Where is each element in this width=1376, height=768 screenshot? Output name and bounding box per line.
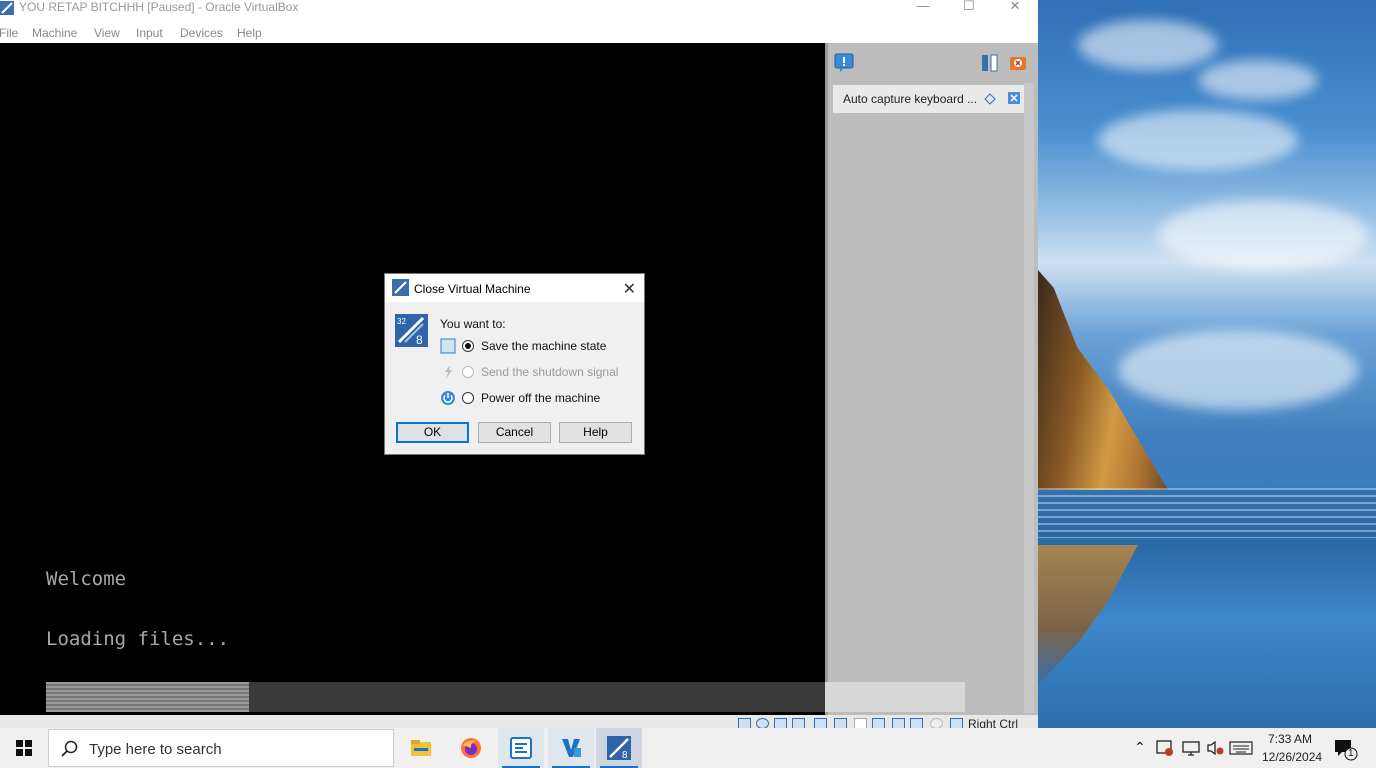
option-shutdown-signal: Send the shutdown signal [440, 364, 640, 382]
desktop-wallpaper [1038, 0, 1376, 728]
power-off-label: Power off the machine [481, 391, 601, 405]
do-not-show-icon[interactable] [983, 92, 997, 106]
save-state-label: Save the machine state [481, 339, 607, 353]
windows-start-icon[interactable] [0, 728, 48, 768]
virtualbox-manager-taskbar-button[interactable] [498, 728, 544, 768]
minimize-button[interactable]: — [900, 0, 946, 14]
option-save-state[interactable]: Save the machine state [440, 338, 640, 356]
menu-machine[interactable]: Machine [32, 26, 77, 40]
volume-muted-icon[interactable] [1206, 739, 1224, 757]
shutdown-signal-label: Send the shutdown signal [481, 365, 619, 379]
search-icon [61, 740, 78, 757]
ok-button[interactable]: OK [396, 422, 469, 443]
save-state-icon [440, 338, 456, 354]
firefox-taskbar-button[interactable] [448, 728, 494, 768]
firefox-icon [461, 738, 481, 758]
progress-overflow [825, 682, 965, 712]
svg-text:8: 8 [622, 750, 628, 760]
menu-input[interactable]: Input [136, 26, 163, 40]
notification-center-icon[interactable] [1334, 739, 1358, 761]
file-explorer-taskbar-button[interactable] [398, 728, 444, 768]
power-icon [441, 391, 455, 405]
title-bar: YOU RETAP BITCHHH [Paused] - Oracle Virt… [0, 0, 1038, 22]
shutdown-signal-radio [462, 366, 474, 378]
clock-date[interactable]: 12/26/2024 [1262, 750, 1322, 764]
folder-icon [411, 740, 431, 756]
window-title: YOU RETAP BITCHHH [Paused] - Oracle Virt… [19, 0, 299, 14]
notification-count-badge: 1 [1348, 748, 1354, 759]
show-hidden-icons-chevron-icon[interactable]: ⌃ [1134, 739, 1146, 768]
info-icon[interactable] [834, 53, 854, 73]
virtualbox-taskbar-button[interactable] [548, 728, 594, 768]
virtualbox-app-icon [0, 1, 14, 15]
svg-text:32: 32 [397, 317, 406, 326]
option-power-off[interactable]: Power off the machine [440, 390, 640, 408]
menu-devices[interactable]: Devices [180, 26, 223, 40]
close-window-button[interactable]: ✕ [992, 0, 1038, 14]
dialog-title-bar: Close Virtual Machine ✕ [385, 274, 644, 302]
status-bar: Right Ctrl [0, 715, 1038, 730]
dialog-title: Close Virtual Machine [414, 282, 531, 296]
vm-os-icon: 8 32 [395, 314, 428, 347]
save-state-radio[interactable] [462, 340, 474, 352]
svg-text:8: 8 [416, 333, 423, 347]
close-notification-icon[interactable] [1008, 92, 1020, 104]
remote-desktop-icon [510, 737, 532, 759]
clock-time[interactable]: 7:33 AM [1268, 732, 1312, 746]
vm-window-taskbar-button[interactable]: 8 [596, 728, 642, 768]
notification-item: Auto capture keyboard ... [833, 85, 1030, 113]
welcome-text: Welcome [46, 568, 127, 590]
panel-layout-icon[interactable] [980, 53, 1000, 73]
vm-window-icon: 8 [607, 736, 631, 760]
loading-text: Loading files... [46, 628, 230, 650]
cancel-button[interactable]: Cancel [478, 422, 551, 443]
virtualbox-icon [562, 739, 581, 757]
menu-view[interactable]: View [94, 26, 120, 40]
dialog-prompt: You want to: [440, 317, 506, 331]
dismiss-all-icon[interactable] [1008, 53, 1028, 73]
dialog-close-button[interactable]: ✕ [623, 279, 636, 299]
menu-bar: File Machine View Input Devices Help [0, 24, 1038, 42]
power-off-radio[interactable] [462, 392, 474, 404]
search-placeholder: Type here to search [89, 741, 222, 758]
taskbar: Type here to search 8 ⌃ 7:33 AM 12/26/20… [0, 728, 1376, 768]
keyboard-tray-icon[interactable] [1229, 740, 1253, 756]
close-vm-dialog: Close Virtual Machine ✕ 8 32 You want to… [384, 273, 645, 455]
menu-file[interactable]: File [0, 26, 18, 40]
help-button[interactable]: Help [559, 422, 632, 443]
taskbar-search-box[interactable]: Type here to search [48, 729, 394, 767]
menu-help[interactable]: Help [237, 26, 262, 40]
notification-text: Auto capture keyboard ... [843, 92, 978, 106]
maximize-button[interactable]: ☐ [946, 0, 992, 14]
shutdown-signal-icon [445, 365, 452, 379]
security-tray-icon[interactable] [1156, 739, 1174, 757]
loading-progress-fill [46, 682, 249, 712]
network-tray-icon[interactable] [1182, 739, 1200, 757]
notification-panel: Auto capture keyboard ... [825, 43, 1038, 715]
loading-progress-bar [46, 682, 825, 712]
virtualbox-dialog-icon [392, 279, 409, 296]
panel-scrollbar[interactable] [1024, 83, 1034, 713]
